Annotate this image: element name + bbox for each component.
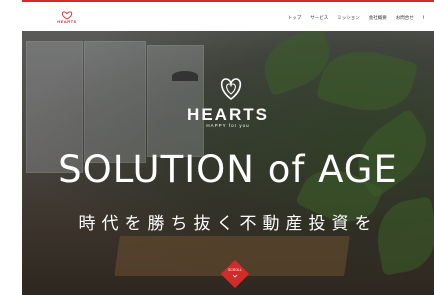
nav-mission[interactable]: ミッション (337, 15, 360, 21)
facebook-icon[interactable]: f (423, 15, 424, 21)
site-logo[interactable]: HEARTS (52, 10, 82, 26)
scroll-label: SCROLL (227, 268, 242, 272)
hero-section: HEARTS HAPPY for you SOLUTION of AGE 時代を… (22, 31, 434, 295)
main-nav: トップ サービス ミッション 会社概要 お問合せ f (288, 15, 424, 21)
nav-top[interactable]: トップ (288, 15, 302, 21)
background-window (147, 45, 204, 157)
background-window (84, 41, 146, 163)
nav-company[interactable]: 会社概要 (369, 15, 387, 21)
page-frame: HEARTS トップ サービス ミッション 会社概要 お問合せ f HEARTS… (22, 0, 434, 295)
top-accent-line (22, 0, 434, 2)
nav-service[interactable]: サービス (310, 15, 328, 21)
chevron-down-icon (232, 274, 238, 278)
site-header: HEARTS トップ サービス ミッション 会社概要 お問合せ f (22, 0, 434, 31)
hero-headline: SOLUTION of AGE (58, 148, 398, 191)
logo-text: HEARTS (57, 19, 77, 24)
nav-contact[interactable]: お問合せ (396, 15, 414, 21)
hero-tagline: HAPPY for you (206, 123, 250, 128)
pendant-lamp (172, 71, 198, 81)
hero-heart-logo-icon (220, 78, 242, 101)
hero-brand-name: HEARTS (187, 105, 269, 124)
hero-subhead: 時代を勝ち抜く不動産投資を (78, 214, 378, 234)
